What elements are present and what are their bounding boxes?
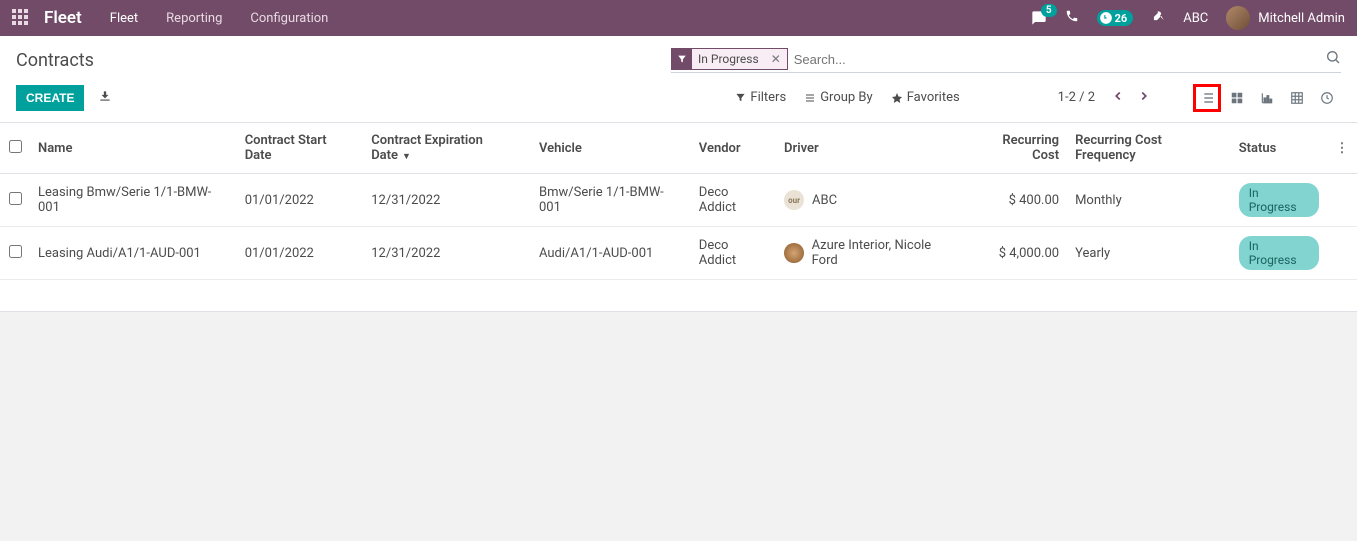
- list-view-icon: [1199, 90, 1215, 106]
- driver-avatar: [784, 243, 804, 263]
- cell-exp: 12/31/2022: [363, 227, 531, 280]
- create-button[interactable]: CREATE: [16, 85, 84, 111]
- status-badge: In Progress: [1239, 183, 1319, 217]
- top-nav: Fleet Fleet Reporting Configuration 5 26…: [0, 0, 1357, 36]
- top-nav-right: 5 26 ABC Mitchell Admin: [1031, 6, 1345, 30]
- view-list-button[interactable]: [1193, 84, 1221, 112]
- col-rfreq[interactable]: Recurring Cost Frequency: [1067, 123, 1231, 174]
- app-title[interactable]: Fleet: [44, 8, 82, 28]
- favorites-button[interactable]: Favorites: [891, 90, 960, 105]
- search-chip-in-progress: In Progress ✕: [671, 48, 788, 70]
- wrench-icon: [1151, 9, 1165, 23]
- user-name: Mitchell Admin: [1258, 11, 1345, 26]
- cell-rcost: $ 4,000.00: [965, 227, 1067, 280]
- kanban-icon: [1230, 91, 1244, 105]
- messages-count: 5: [1041, 4, 1057, 17]
- cell-pad: [1327, 174, 1357, 227]
- cell-start: 01/01/2022: [237, 227, 364, 280]
- cell-vehicle: Audi/A1/1-AUD-001: [531, 227, 691, 280]
- control-panel: Contracts In Progress ✕ CREATE F: [0, 36, 1357, 123]
- cell-status: In Progress: [1231, 227, 1327, 280]
- view-activity-button[interactable]: [1313, 84, 1341, 112]
- page-title: Contracts: [16, 50, 94, 71]
- phone-button[interactable]: [1065, 9, 1079, 27]
- tools-button[interactable]: [1151, 9, 1165, 27]
- cell-name: Leasing Audi/A1/1-AUD-001: [30, 227, 237, 280]
- clock-icon: [1099, 11, 1113, 25]
- pager-text[interactable]: 1-2 / 2: [1058, 90, 1095, 105]
- col-name[interactable]: Name: [30, 123, 237, 174]
- view-graph-button[interactable]: [1253, 84, 1281, 112]
- clock-icon: [1320, 91, 1334, 105]
- list-icon: [804, 92, 816, 104]
- user-menu[interactable]: Mitchell Admin: [1226, 6, 1345, 30]
- col-vehicle[interactable]: Vehicle: [531, 123, 691, 174]
- pager-next[interactable]: [1133, 85, 1155, 110]
- nav-link-configuration[interactable]: Configuration: [250, 11, 328, 26]
- search-input[interactable]: [788, 49, 1325, 70]
- col-exp[interactable]: Contract Expiration Date▼: [363, 123, 531, 174]
- activities-count: 26: [1115, 12, 1128, 25]
- search-icon[interactable]: [1325, 49, 1341, 69]
- filter-icon: [672, 49, 692, 69]
- table-row[interactable]: Leasing Bmw/Serie 1/1-BMW-00101/01/20221…: [0, 174, 1357, 227]
- pager-prev[interactable]: [1107, 85, 1129, 110]
- apps-icon[interactable]: [12, 9, 30, 27]
- col-rcost[interactable]: Recurring Cost: [965, 123, 1067, 174]
- cell-driver: ourABC: [776, 174, 965, 227]
- filters-button[interactable]: Filters: [735, 90, 786, 105]
- driver-avatar: our: [784, 190, 804, 210]
- activities-button[interactable]: 26: [1097, 10, 1134, 26]
- cell-rfreq: Yearly: [1067, 227, 1231, 280]
- cell-vendor: Deco Addict: [691, 174, 776, 227]
- phone-icon: [1065, 9, 1079, 23]
- chip-remove[interactable]: ✕: [765, 52, 787, 66]
- messages-button[interactable]: 5: [1031, 10, 1047, 26]
- cell-vehicle: Bmw/Serie 1/1-BMW-001: [531, 174, 691, 227]
- table-row[interactable]: Leasing Audi/A1/1-AUD-00101/01/202212/31…: [0, 227, 1357, 280]
- search-bar: In Progress ✕: [671, 48, 1341, 73]
- view-kanban-button[interactable]: [1223, 84, 1251, 112]
- star-icon: [891, 92, 903, 104]
- filter-icon: [735, 92, 746, 103]
- cell-pad: [1327, 227, 1357, 280]
- select-all-checkbox[interactable]: [9, 140, 22, 153]
- chip-label: In Progress: [692, 52, 765, 66]
- col-status[interactable]: Status: [1231, 123, 1327, 174]
- sort-desc-icon: ▼: [402, 152, 411, 162]
- col-start[interactable]: Contract Start Date: [237, 123, 364, 174]
- cell-rcost: $ 400.00: [965, 174, 1067, 227]
- chevron-right-icon: [1137, 89, 1151, 103]
- col-options[interactable]: ⋮: [1327, 123, 1357, 174]
- table-footer: [0, 280, 1357, 312]
- nav-link-reporting[interactable]: Reporting: [166, 11, 222, 26]
- company-selector[interactable]: ABC: [1183, 11, 1208, 26]
- nav-link-fleet[interactable]: Fleet: [110, 11, 138, 26]
- groupby-button[interactable]: Group By: [804, 90, 873, 105]
- avatar: [1226, 6, 1250, 30]
- col-driver[interactable]: Driver: [776, 123, 965, 174]
- download-icon: [98, 89, 112, 103]
- view-pivot-button[interactable]: [1283, 84, 1311, 112]
- list-view: Name Contract Start Date Contract Expira…: [0, 123, 1357, 312]
- download-button[interactable]: [90, 83, 120, 112]
- cell-vendor: Deco Addict: [691, 227, 776, 280]
- cell-start: 01/01/2022: [237, 174, 364, 227]
- cell-status: In Progress: [1231, 174, 1327, 227]
- status-badge: In Progress: [1239, 236, 1319, 270]
- pivot-icon: [1290, 91, 1304, 105]
- graph-icon: [1260, 91, 1274, 105]
- row-checkbox[interactable]: [9, 245, 22, 258]
- cell-exp: 12/31/2022: [363, 174, 531, 227]
- chevron-left-icon: [1111, 89, 1125, 103]
- nav-links: Fleet Reporting Configuration: [110, 11, 329, 26]
- cell-name: Leasing Bmw/Serie 1/1-BMW-001: [30, 174, 237, 227]
- row-checkbox[interactable]: [9, 192, 22, 205]
- cell-rfreq: Monthly: [1067, 174, 1231, 227]
- cell-driver: Azure Interior, Nicole Ford: [776, 227, 965, 280]
- contracts-table: Name Contract Start Date Contract Expira…: [0, 123, 1357, 280]
- col-vendor[interactable]: Vendor: [691, 123, 776, 174]
